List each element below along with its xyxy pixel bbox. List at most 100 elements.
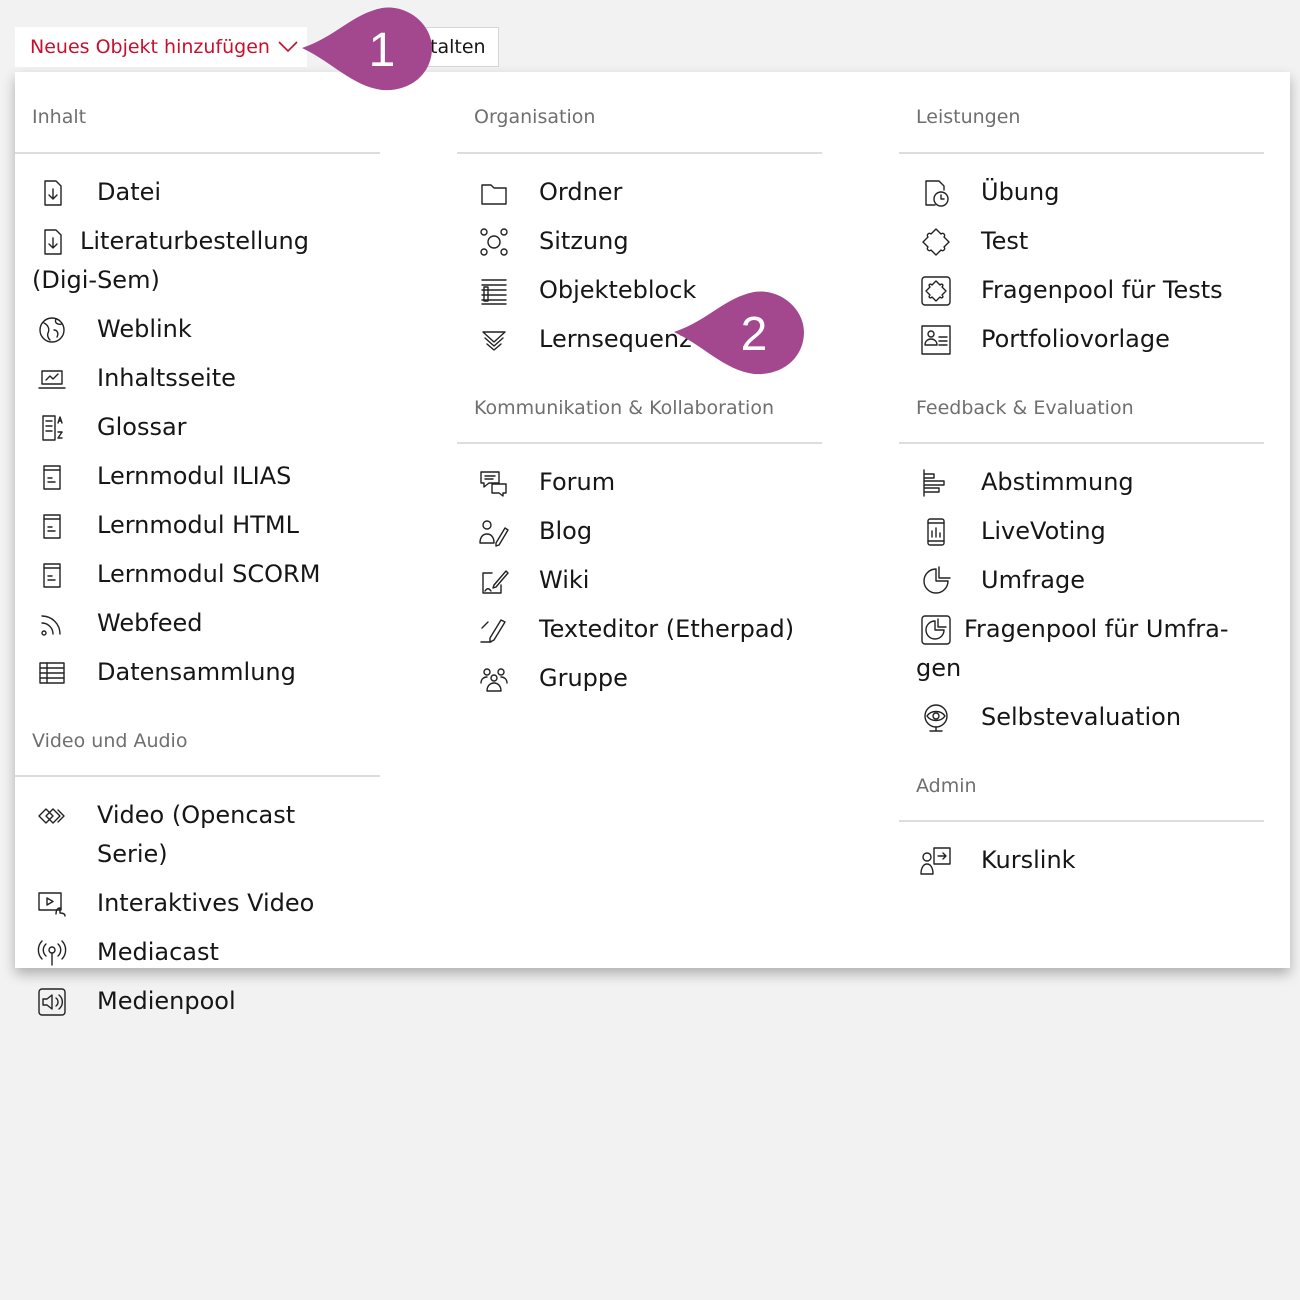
menu-item-wiki[interactable]: Wiki (474, 556, 814, 605)
menu-item-weblink[interactable]: Weblink (32, 305, 372, 354)
interactive-video-icon (36, 888, 68, 920)
callout-1: 1 (302, 6, 434, 92)
column-content: Inhalt Datei Literaturbestellung (Digi-Sem… (15, 72, 380, 1048)
globe-icon (36, 314, 68, 346)
menu-item-selbstevaluation[interactable]: Selbstevaluation (916, 693, 1256, 742)
module-icon (36, 559, 68, 591)
menu-item-label: Abstimmung (981, 468, 1134, 496)
puzzle-icon (920, 226, 952, 258)
portfolio-icon (920, 324, 952, 356)
menu-item-label: Blog (539, 517, 593, 545)
menu-item-label: Ordner (539, 178, 623, 206)
menu-item-literaturbestellung-digi-sem[interactable]: Literaturbestellung (Digi-Sem) (32, 217, 372, 305)
menu-item-label: Lernsequenz (539, 325, 692, 353)
menu-item-lernmodul-ilias[interactable]: Lernmodul ILIAS (32, 452, 372, 501)
glossary-icon (36, 412, 68, 444)
menu-item-gruppe[interactable]: Gruppe (474, 654, 814, 703)
menu-item-label: Fragenpool für Umfra-gen (916, 615, 1229, 682)
course-link-icon (920, 845, 952, 877)
forum-icon (478, 467, 510, 499)
session-icon (478, 226, 510, 258)
menu-item-label: Literaturbestellung (Digi-Sem) (32, 227, 309, 294)
menu-item-label: Übung (981, 178, 1060, 206)
menu-item-label: Weblink (97, 315, 192, 343)
self-eval-icon (920, 702, 952, 734)
menu-item-mediacast[interactable]: Mediacast (32, 928, 372, 977)
menu-item-label: Kurslink (981, 846, 1076, 874)
menu-item-datensammlung[interactable]: Datensammlung (32, 648, 372, 697)
menu-item-ordner[interactable]: Ordner (474, 168, 814, 217)
menu-item-forum[interactable]: Forum (474, 458, 814, 507)
callout-1-number: 1 (369, 24, 396, 77)
survey-icon (920, 565, 952, 597)
menu-item-label: Objekteblock (539, 276, 697, 304)
poll-icon (920, 467, 952, 499)
menu-item-umfrage[interactable]: Umfrage (916, 556, 1256, 605)
menu-item-label: LiveVoting (981, 517, 1106, 545)
broadcast-icon (36, 937, 68, 969)
list-block-icon (478, 275, 510, 307)
menu-item-sitzung[interactable]: Sitzung (474, 217, 814, 266)
menu-item-fragenpool-fuer-umfra-gen[interactable]: Fragenpool für Umfra-gen (916, 605, 1256, 693)
section-items-kommunikation-kollaboration: Forum Blog Wiki Texteditor (Etherpad) Gruppe (457, 444, 822, 725)
section-title-feedback-evaluation: Feedback & Evaluation (899, 386, 1264, 444)
menu-item-glossar[interactable]: Glossar (32, 403, 372, 452)
menu-item-label: Glossar (97, 413, 187, 441)
menu-item-label: Texteditor (Etherpad) (539, 615, 795, 643)
live-voting-icon (920, 516, 952, 548)
pen-icon (478, 614, 510, 646)
opencast-icon (36, 800, 68, 832)
menu-item-test[interactable]: Test (916, 217, 1256, 266)
menu-item-label: Inhaltsseite (97, 364, 236, 392)
add-object-button[interactable]: Neues Objekt hinzufügen (15, 27, 307, 67)
menu-item-label: Video (Opencast Serie) (97, 801, 296, 868)
menu-item-label: Datei (97, 178, 162, 206)
section-items-admin: Kurslink (899, 822, 1264, 907)
laptop-icon (36, 363, 68, 395)
exercise-icon (920, 177, 952, 209)
menu-item-datei[interactable]: Datei (32, 168, 372, 217)
module-icon (36, 461, 68, 493)
menu-item-webfeed[interactable]: Webfeed (32, 599, 372, 648)
group-icon (478, 663, 510, 695)
callout-2-number: 2 (741, 308, 768, 361)
menu-item-kurslink[interactable]: Kurslink (916, 836, 1256, 885)
menu-item-label: Sitzung (539, 227, 629, 255)
section-items-inhalt: Datei Literaturbestellung (Digi-Sem) Webli… (15, 154, 380, 719)
callout-2: 2 (674, 290, 806, 376)
menu-item-label: Selbstevaluation (981, 703, 1182, 731)
menu-item-video-opencast-serie[interactable]: Video (Opencast Serie) (32, 791, 372, 879)
menu-item-label: Lernmodul HTML (97, 511, 299, 539)
menu-item-abstimmung[interactable]: Abstimmung (916, 458, 1256, 507)
menu-item-inhaltsseite[interactable]: Inhaltsseite (32, 354, 372, 403)
menu-item-label: Test (981, 227, 1029, 255)
menu-item-texteditor-etherpad[interactable]: Texteditor (Etherpad) (474, 605, 814, 654)
add-object-dropdown: Inhalt Datei Literaturbestellung (Digi-Sem… (15, 72, 1290, 1016)
menu-item-label: Fragenpool für Tests (981, 276, 1223, 304)
menu-item-lernmodul-scorm[interactable]: Lernmodul SCORM (32, 550, 372, 599)
menu-item-lernmodul-html[interactable]: Lernmodul HTML (32, 501, 372, 550)
section-title-kommunikation-kollaboration: Kommunikation & Kollaboration (457, 386, 822, 444)
menu-item-label: Webfeed (97, 609, 203, 637)
menu-item-livevoting[interactable]: LiveVoting (916, 507, 1256, 556)
menu-item-medienpool[interactable]: Medienpool (32, 977, 372, 1026)
section-title-organisation: Organisation (457, 72, 822, 154)
speaker-icon (36, 986, 68, 1018)
column-organisation: Organisation Ordner Sitzung Objekteblock Ler… (457, 72, 822, 725)
menu-item-interaktives-video[interactable]: Interaktives Video (32, 879, 372, 928)
menu-item-uebung[interactable]: Übung (916, 168, 1256, 217)
menu-item-blog[interactable]: Blog (474, 507, 814, 556)
layout-button-label: talten (430, 36, 486, 58)
menu-item-fragenpool-fuer-tests[interactable]: Fragenpool für Tests (916, 266, 1256, 315)
menu-item-label: Datensammlung (97, 658, 296, 686)
section-items-leistungen: Übung Test Fragenpool für Tests Portfoliovo… (899, 154, 1264, 386)
table-icon (36, 657, 68, 689)
sequence-icon (478, 324, 510, 356)
section-title-admin: Admin (899, 764, 1264, 822)
module-icon (36, 510, 68, 542)
menu-item-portfoliovorlage[interactable]: Portfoliovorlage (916, 315, 1256, 364)
wiki-icon (478, 565, 510, 597)
menu-item-label: Lernmodul ILIAS (97, 462, 292, 490)
column-performance: Leistungen Übung Test Fragenpool für Tests P… (899, 72, 1264, 907)
menu-item-label: Wiki (539, 566, 590, 594)
